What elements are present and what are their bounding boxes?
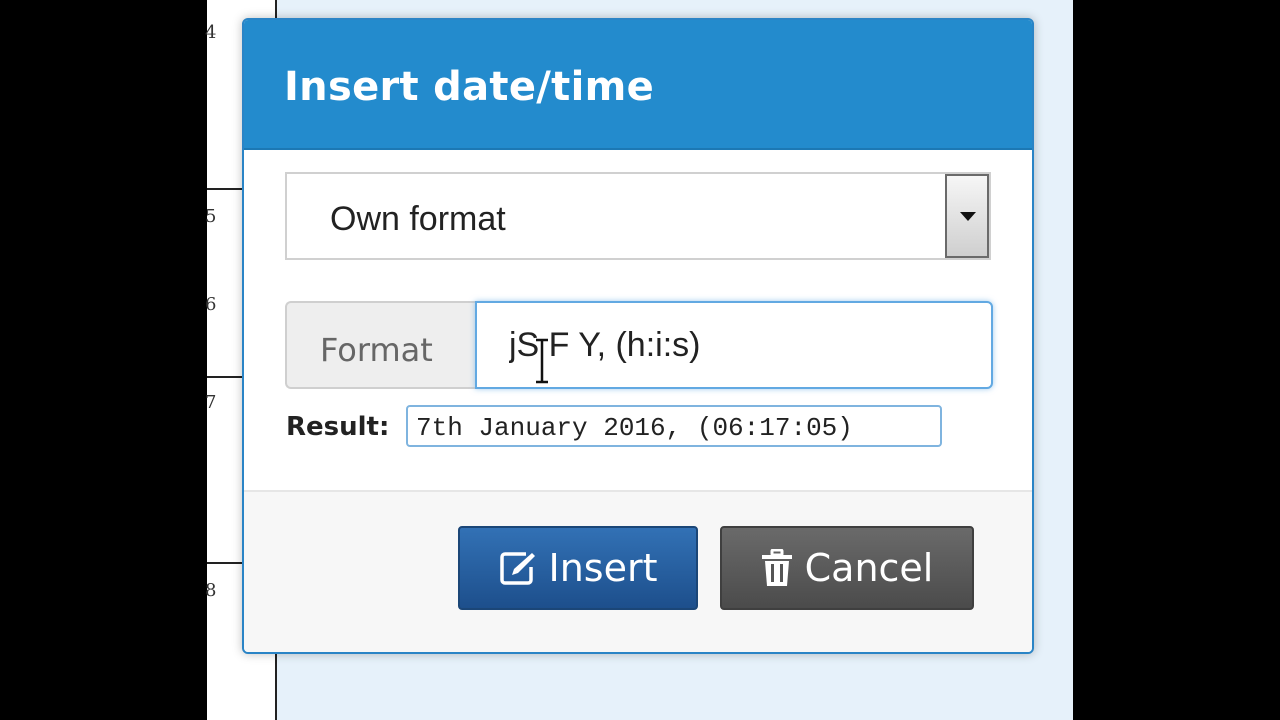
insert-datetime-dialog: Insert date/time Own format Format Resul… xyxy=(242,18,1034,654)
result-value: 7th January 2016, (06:17:05) xyxy=(416,413,853,443)
dropdown-button[interactable] xyxy=(945,174,989,258)
format-label: Format xyxy=(320,331,433,369)
cancel-button-label: Cancel xyxy=(804,546,934,590)
insert-button[interactable]: Insert xyxy=(458,526,698,610)
format-preset-value: Own format xyxy=(330,200,506,238)
dialog-header: Insert date/time xyxy=(244,20,1032,150)
background-right-edge xyxy=(1073,0,1280,720)
gutter-number: 5 xyxy=(205,206,217,227)
result-label: Result: xyxy=(286,412,390,442)
gutter-number: 7 xyxy=(205,392,217,413)
edit-icon xyxy=(499,552,535,585)
gutter-number: 6 xyxy=(205,294,217,315)
dialog-title: Insert date/time xyxy=(284,64,654,110)
trash-icon xyxy=(761,549,792,586)
format-input[interactable] xyxy=(475,301,993,389)
screen: 4 5 6 7 8 Insert date/time Own format Fo… xyxy=(0,0,1280,720)
gutter-number: 4 xyxy=(205,22,217,43)
cancel-button[interactable]: Cancel xyxy=(720,526,974,610)
format-preset-select[interactable]: Own format xyxy=(285,172,991,260)
text-cursor-icon xyxy=(536,338,548,384)
format-label-addon: Format xyxy=(285,301,477,389)
result-output: 7th January 2016, (06:17:05) xyxy=(406,405,942,447)
caret-down-icon xyxy=(960,212,976,221)
gutter-number: 8 xyxy=(205,580,217,601)
insert-button-label: Insert xyxy=(548,546,658,590)
